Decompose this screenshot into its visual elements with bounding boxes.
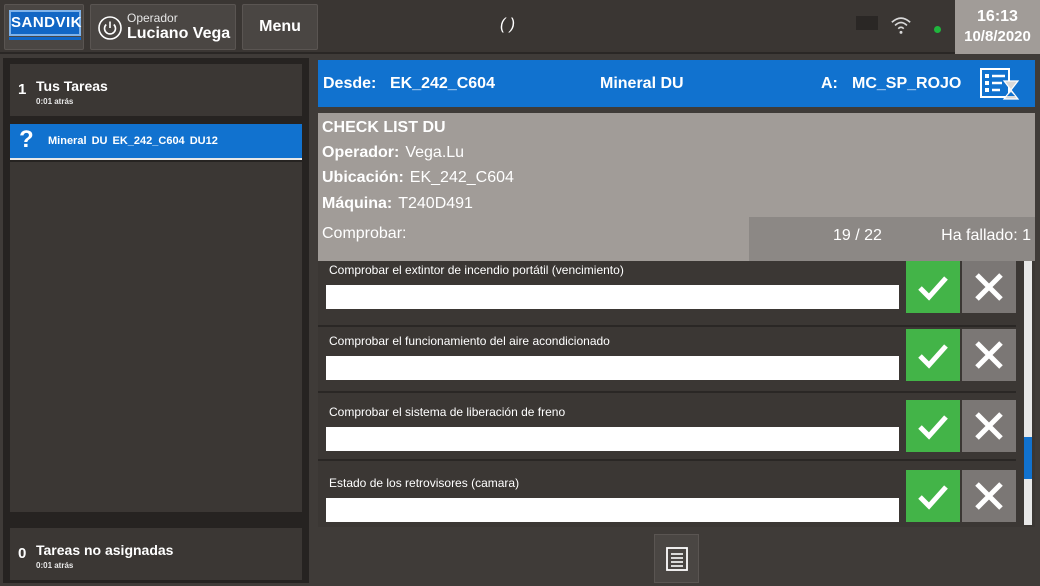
checklist-item-label: Comprobar el sistema de liberación de fr… xyxy=(329,405,566,419)
machine-row-value: T240D491 xyxy=(398,195,473,212)
power-icon xyxy=(98,16,122,40)
reject-button[interactable] xyxy=(962,329,1016,381)
location-row-label: Ubicación: xyxy=(322,169,404,186)
approve-button[interactable] xyxy=(906,329,960,381)
approve-button[interactable] xyxy=(906,470,960,522)
your-tasks-header[interactable]: 1 Tus Tareas 0:01 atrás xyxy=(10,64,302,116)
network-indicator xyxy=(856,16,878,30)
your-tasks-count: 1 xyxy=(18,81,27,98)
scrollbar-thumb[interactable] xyxy=(1024,437,1032,479)
checklist-timer-icon[interactable] xyxy=(980,67,1020,101)
unassigned-title: Tareas no asignadas xyxy=(36,542,174,558)
question-mark-icon: ? xyxy=(19,126,34,153)
material-label: Mineral DU xyxy=(600,75,684,92)
checkmark-icon xyxy=(918,485,948,510)
location-row-value: EK_242_C604 xyxy=(409,169,514,186)
close-icon xyxy=(975,482,1003,510)
task-list-area xyxy=(10,162,302,512)
your-tasks-title: Tus Tareas xyxy=(36,78,108,94)
close-icon xyxy=(975,273,1003,301)
approve-button[interactable] xyxy=(906,400,960,452)
checklist-title: CHECK LIST DU xyxy=(322,119,446,136)
progress-counter: 19 / 22 xyxy=(833,227,882,244)
your-tasks-time: 0:01 atrás xyxy=(36,97,74,106)
clock-time: 16:13 xyxy=(977,8,1018,25)
checklist-item-label: Comprobar el funcionamiento del aire aco… xyxy=(329,334,610,348)
document-icon xyxy=(666,547,688,571)
checklist-item-input[interactable] xyxy=(326,498,899,522)
machine-row: Máquina: T240D491 xyxy=(322,195,473,213)
checklist-item-label: Estado de los retrovisores (camara) xyxy=(329,476,520,490)
unassigned-tasks-header[interactable]: 0 Tareas no asignadas 0:01 atrás xyxy=(10,528,302,580)
document-button[interactable] xyxy=(654,534,699,583)
to-value: MC_SP_ROJO xyxy=(852,75,962,92)
from-label: Desde: xyxy=(323,75,377,92)
unassigned-count: 0 xyxy=(18,545,27,562)
menu-button[interactable]: Menu xyxy=(242,4,318,50)
checklist-item: Estado de los retrovisores (camara) xyxy=(318,464,1016,527)
approve-button[interactable] xyxy=(906,261,960,313)
check-label: Comprobar: xyxy=(322,225,407,242)
active-task-text: Mineral DU EK_242_C604 DU12 xyxy=(48,135,218,147)
machine-row-label: Máquina: xyxy=(322,195,393,212)
active-task-item[interactable]: ? Mineral DU EK_242_C604 DU12 xyxy=(10,124,302,160)
from-value: EK_242_C604 xyxy=(390,75,495,92)
close-icon xyxy=(975,341,1003,369)
connection-status-dot xyxy=(934,26,941,33)
checklist-item-label: Comprobar el extintor de incendio portát… xyxy=(329,263,624,277)
operator-name: Luciano Vega xyxy=(127,25,231,42)
clock: 16:13 10/8/2020 xyxy=(955,0,1040,54)
reject-button[interactable] xyxy=(962,470,1016,522)
operator-row-label: Operador: xyxy=(322,144,400,161)
operator-label: Operador xyxy=(127,11,178,25)
to-label: A: xyxy=(821,75,838,92)
checklist-item-input[interactable] xyxy=(326,427,899,451)
clock-date: 10/8/2020 xyxy=(964,28,1031,45)
task-sidebar: 1 Tus Tareas 0:01 atrás ? Mineral DU EK_… xyxy=(3,58,309,583)
checkmark-icon xyxy=(918,344,948,369)
failed-count: Ha fallado: 1 xyxy=(941,227,1031,244)
location-row: Ubicación: EK_242_C604 xyxy=(322,169,514,187)
operator-button[interactable]: Operador Luciano Vega xyxy=(90,4,236,50)
operator-row: Operador: Vega.Lu xyxy=(322,144,464,162)
checklist-item-input[interactable] xyxy=(326,285,899,309)
wifi-icon xyxy=(891,17,911,34)
checklist-items: Comprobar el extintor de incendio portát… xyxy=(318,261,1035,527)
center-status: ( ) xyxy=(500,16,516,33)
checklist-scrollbar[interactable] xyxy=(1024,261,1032,525)
progress-box: 19 / 22 Ha fallado: 1 xyxy=(749,217,1035,261)
sandvik-logo: SANDVIK xyxy=(9,10,82,36)
close-icon xyxy=(975,412,1003,440)
sandvik-logo-button[interactable]: SANDVIK xyxy=(4,4,84,50)
checkmark-icon xyxy=(918,415,948,440)
route-header: Desde: EK_242_C604 Mineral DU A: MC_SP_R… xyxy=(318,60,1035,107)
checklist-item: Comprobar el extintor de incendio portát… xyxy=(318,261,1016,327)
top-bar: SANDVIK Operador Luciano Vega Menu ( ) 1… xyxy=(0,0,1040,54)
logo-underline xyxy=(9,37,81,40)
unassigned-time: 0:01 atrás xyxy=(36,561,74,570)
reject-button[interactable] xyxy=(962,400,1016,452)
checklist-info: CHECK LIST DU Operador: Vega.Lu Ubicación… xyxy=(318,113,1035,261)
checklist-item: Comprobar el sistema de liberación de fr… xyxy=(318,395,1016,461)
checklist-item: Comprobar el funcionamiento del aire aco… xyxy=(318,327,1016,393)
checkmark-icon xyxy=(918,276,948,301)
operator-row-value: Vega.Lu xyxy=(405,144,465,161)
checklist-item-input[interactable] xyxy=(326,356,899,380)
reject-button[interactable] xyxy=(962,261,1016,313)
